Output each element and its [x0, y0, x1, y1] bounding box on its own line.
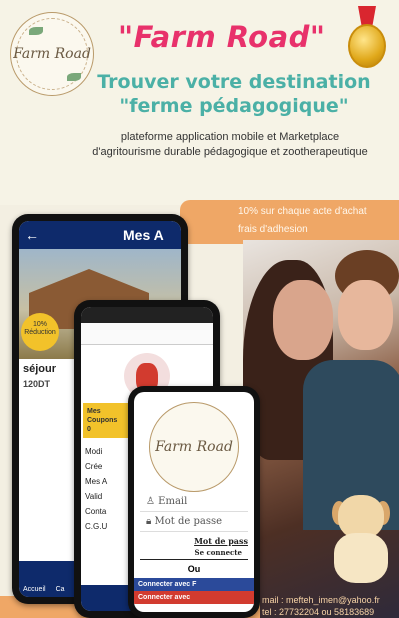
- or-divider: Ou: [187, 564, 201, 574]
- phone1-appbar: ← Mes A: [19, 221, 181, 249]
- headline-line1: Trouver votre destination: [97, 71, 371, 93]
- contact-info: mail : mefteh_imen@yahoo.fr tel : 277322…: [262, 594, 399, 618]
- email-field[interactable]: ♙ Email: [140, 492, 248, 512]
- brand-title: "Farm Road": [118, 20, 326, 54]
- headline-line2: "ferme pédagogique": [119, 95, 349, 117]
- password-label: Mot de passe: [154, 516, 223, 527]
- offer-banner: 10% sur chaque acte d'achat frais d'adhe…: [180, 200, 399, 244]
- header-section: Farm Road "Farm Road" Trouver votre dest…: [0, 0, 399, 205]
- email-label: Email: [158, 496, 188, 507]
- logo-text: Farm Road: [13, 46, 91, 62]
- phone-mockup-3: Farm Road ♙ Email 🔒︎ Mot de passe Mot de…: [128, 386, 260, 618]
- nav-home[interactable]: Accueil: [23, 586, 46, 593]
- offer-line1: 10% sur chaque acte d'achat: [238, 206, 367, 217]
- farm-road-logo-small: Farm Road: [149, 402, 239, 492]
- offer-line2: frais d'adhesion: [238, 224, 308, 235]
- contact-tel: tel : 27732204 ou 58183689: [262, 607, 375, 617]
- subtitle: plateforme application mobile et Marketp…: [92, 131, 368, 158]
- logo-text-small: Farm Road: [155, 439, 233, 455]
- google-login-button[interactable]: Connecter avec: [134, 591, 254, 604]
- forgot-password-link[interactable]: Mot de pass: [134, 532, 254, 546]
- contact-mail: mail : mefteh_imen@yahoo.fr: [262, 595, 380, 605]
- coupons-label: Mes Coupons: [87, 408, 118, 424]
- coupons-count: 0: [87, 426, 91, 433]
- person-icon: ♙: [146, 496, 159, 507]
- farm-road-logo: Farm Road: [10, 12, 94, 96]
- back-arrow-icon[interactable]: ←: [25, 227, 39, 243]
- password-field[interactable]: 🔒︎ Mot de passe: [140, 512, 248, 532]
- status-bar: [81, 307, 213, 323]
- dog-image: [330, 495, 392, 585]
- discount-badge: 10% Réduction: [21, 313, 59, 351]
- phone2-topbar: [81, 323, 213, 345]
- nav-second[interactable]: Ca: [56, 586, 65, 593]
- headline: Trouver votre destination "ferme pédagog…: [84, 70, 384, 118]
- login-button[interactable]: Se connecte: [140, 546, 248, 560]
- coupons-card[interactable]: Mes Coupons 0: [83, 403, 133, 438]
- lock-icon: 🔒︎: [146, 516, 155, 527]
- phone1-title: Mes A: [123, 227, 164, 243]
- medal-icon: [347, 6, 387, 70]
- facebook-login-button[interactable]: Connecter avec F: [134, 578, 254, 591]
